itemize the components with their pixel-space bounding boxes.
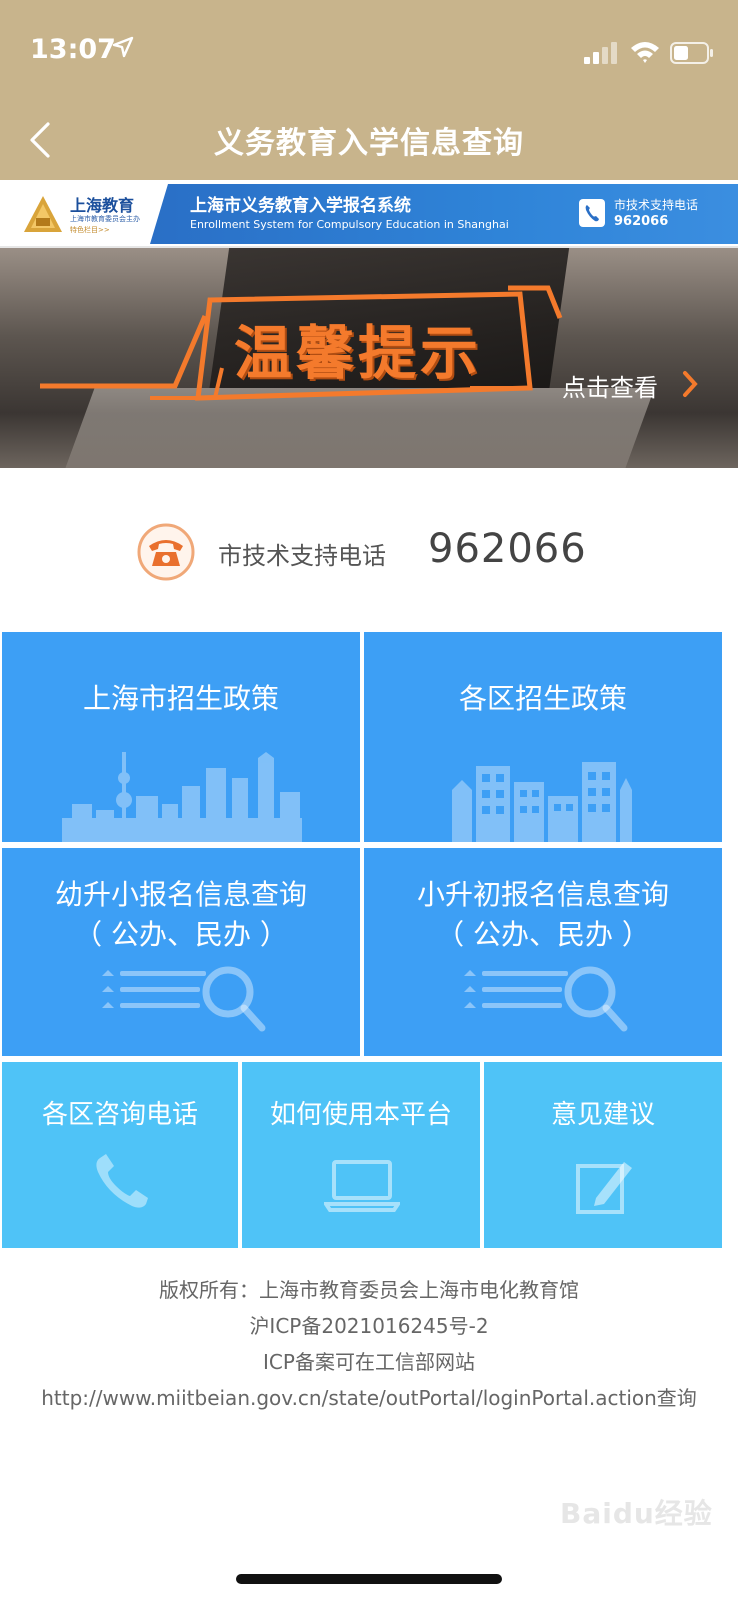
page-title: 义务教育入学信息查询: [214, 126, 524, 161]
system-title-en: Enrollment System for Compulsory Educati…: [190, 218, 509, 231]
hotline-number[interactable]: 962066: [428, 526, 587, 572]
tile-primary-query-title: 幼升小报名信息查询: [54, 878, 307, 911]
tile-primary-enrollment-query[interactable]: 幼升小报名信息查询 （ 公办、民办 ）: [2, 848, 360, 1056]
system-tel-label: 市技术支持电话: [614, 198, 699, 212]
shanghai-education-logo: 上海教育 上海市教育委员会主办 特色栏目>>: [22, 192, 152, 238]
footer-icp-link[interactable]: http://www.miitbeian.gov.cn/state/outPor…: [0, 1380, 738, 1416]
footer: 版权所有：上海市教育委员会上海市电化教育馆 沪ICP备2021016245号-2…: [0, 1272, 738, 1416]
search-list-icon: [102, 966, 266, 1032]
tile-district-policy-label: 各区招生政策: [458, 682, 627, 715]
skyline-icon: [62, 752, 302, 842]
tile-feedback[interactable]: 意见建议: [484, 1062, 722, 1248]
system-tel-number: 962066: [614, 214, 669, 229]
footer-icp-number: 沪ICP备2021016245号-2: [249, 1314, 489, 1338]
status-time: 13:07: [30, 34, 116, 65]
chevron-right-icon: [683, 371, 698, 397]
banner-title: 温馨提示: [234, 319, 483, 387]
logo-featured-link: 特色栏目>>: [70, 226, 110, 234]
buildings-icon: [452, 762, 632, 842]
support-hotline[interactable]: 市技术支持电话 962066: [0, 516, 738, 586]
system-banner: 上海教育 上海市教育委员会主办 特色栏目>> 上海市义务教育入学报名系统 Enr…: [0, 184, 738, 248]
logo-emblem-icon: [24, 196, 62, 232]
system-title-cn: 上海市义务教育入学报名系统: [190, 196, 411, 216]
tile-middle-query-title: 小升初报名信息查询: [416, 878, 669, 911]
wifi-icon: [631, 42, 659, 63]
tile-how-to-use-label: 如何使用本平台: [269, 1100, 452, 1130]
tile-middle-enrollment-query[interactable]: 小升初报名信息查询 （ 公办、民办 ）: [364, 848, 722, 1056]
home-indicator[interactable]: [236, 1574, 502, 1584]
telephone-icon: [137, 523, 195, 581]
hotline-label: 市技术支持电话: [218, 542, 386, 570]
telephone-icon: [579, 199, 605, 227]
handset-icon: [96, 1154, 148, 1208]
status-bar: 13:07: [0, 0, 738, 100]
battery-icon: [670, 42, 713, 64]
tile-district-policy[interactable]: 各区招生政策: [364, 632, 722, 842]
search-list-icon: [464, 966, 628, 1032]
watermark: Baidu经验: [560, 1497, 713, 1530]
system-title-bar: 上海市义务教育入学报名系统 Enrollment System for Comp…: [150, 184, 738, 244]
tile-how-to-use[interactable]: 如何使用本平台: [242, 1062, 480, 1248]
tile-feedback-label: 意见建议: [550, 1100, 655, 1130]
tile-middle-query-subtitle: （ 公办、民办 ）: [436, 918, 650, 951]
tile-shanghai-policy-label: 上海市招生政策: [82, 682, 279, 715]
nav-bar: 义务教育入学信息查询: [0, 100, 738, 180]
location-arrow-icon: [112, 36, 134, 58]
notice-banner[interactable]: 温馨提示 点击查看: [0, 248, 738, 468]
tile-district-phone-label: 各区咨询电话: [41, 1100, 198, 1130]
footer-icp-note: ICP备案可在工信部网站: [263, 1350, 475, 1374]
logo-subtitle: 上海市教育委员会主办: [70, 215, 140, 223]
edit-icon: [576, 1162, 632, 1214]
footer-copyright: 版权所有：上海市教育委员会上海市电化教育馆: [159, 1278, 579, 1302]
tile-shanghai-policy[interactable]: 上海市招生政策: [2, 632, 360, 842]
tile-district-phone[interactable]: 各区咨询电话: [2, 1062, 238, 1248]
tile-primary-query-subtitle: （ 公办、民办 ）: [74, 918, 288, 951]
banner-view-link[interactable]: 点击查看: [562, 368, 658, 403]
laptop-icon: [324, 1160, 400, 1212]
signal-icon: [584, 42, 617, 64]
logo-title: 上海教育: [70, 196, 135, 215]
